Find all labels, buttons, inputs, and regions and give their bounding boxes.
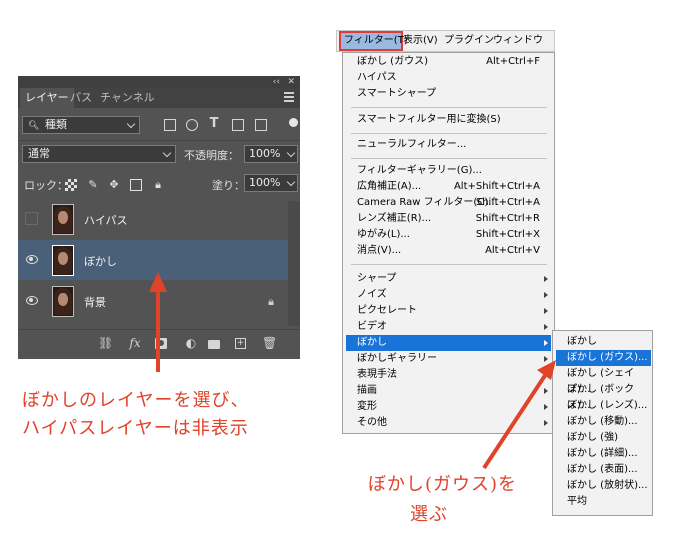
annotation-arrows [149, 272, 556, 470]
annotation-left-line1: ぼかしのレイヤーを選び、 [22, 390, 250, 411]
arrow-to-blur-layer [149, 272, 167, 372]
arrow-to-gaussian-blur [482, 360, 556, 470]
annotation-left-line2: ハイパスレイヤーは非表示 [22, 418, 249, 439]
annotation-right-line2: 選ぶ [410, 504, 448, 525]
annotation-right-line1: ぼかし(ガウス)を [368, 474, 518, 495]
